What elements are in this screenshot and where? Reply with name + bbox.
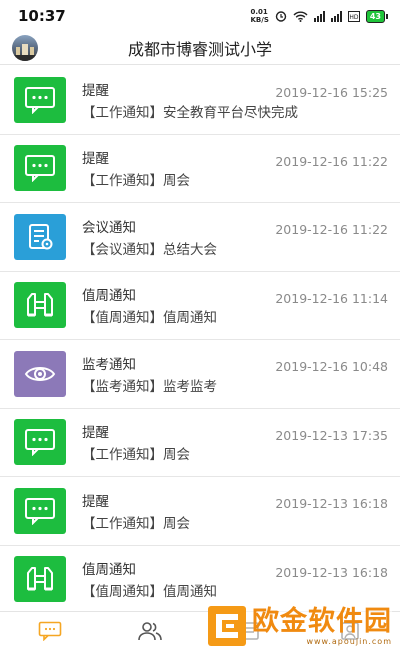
eye-icon (14, 350, 66, 397)
notification-time: 2019-12-13 16:18 (275, 496, 388, 511)
notification-title: 值周通知 (82, 288, 136, 305)
notification-time: 2019-12-16 15:25 (275, 85, 388, 100)
app-header: 成都市博睿测试小学 (0, 32, 400, 65)
notification-time: 2019-12-16 11:22 (275, 222, 388, 237)
notification-row[interactable]: 提醒【工作通知】周会 2019-12-16 11:22 (0, 135, 400, 203)
notification-time: 2019-12-16 11:14 (275, 290, 388, 306)
notification-title: 提醒 (82, 151, 109, 168)
notification-list: 提醒 【工作通知】安全教育平台尽快完成 2019-12-16 15:25 提醒 【工… (0, 66, 400, 614)
wifi-icon (293, 11, 308, 22)
chat-bubble-icon (14, 419, 66, 466)
messages-tab-icon[interactable] (38, 621, 62, 641)
chat-bubble-icon (14, 76, 66, 123)
alarm-icon (275, 11, 287, 22)
notification-title: 监考通知 (82, 356, 136, 373)
status-bar: 10:37 0.01 KB/S HD 43 (0, 0, 400, 32)
notification-row[interactable]: 提醒【工作通知】周会 2019-12-13 16:18 (0, 477, 400, 546)
network-speed: 0.01 KB/S (250, 8, 269, 24)
battery-icon: 43 (365, 9, 388, 23)
notification-subtitle: 【工作通知】周会 (82, 173, 190, 190)
status-icons: 0.01 KB/S HD 43 (250, 8, 388, 24)
chat-bubble-icon (14, 145, 66, 192)
binoculars-icon (14, 556, 66, 603)
site-watermark: 欧金软件园 www.apoujin.com (208, 606, 392, 646)
notification-time: 2019-12-16 11:22 (275, 153, 388, 169)
notification-title: 值周通知 (82, 562, 136, 579)
svg-text:HD: HD (349, 14, 359, 21)
notification-time: 2019-12-13 16:18 (275, 564, 388, 580)
avatar[interactable] (12, 35, 38, 61)
notification-subtitle: 【监考通知】监考监考 (82, 378, 217, 395)
contacts-tab-icon[interactable] (137, 621, 163, 641)
notification-row[interactable]: 提醒【工作通知】周会 2019-12-13 17:35 (0, 409, 400, 477)
notification-row[interactable]: 提醒【工作通知】安全教育平台尽快完成 2019-12-16 15:25 (0, 66, 400, 135)
notification-title: 提醒 (82, 82, 109, 99)
notification-subtitle: 【工作通知】周会 (82, 515, 190, 532)
meeting-doc-icon (14, 213, 66, 260)
tab-messages[interactable] (0, 621, 100, 641)
notification-time: 2019-12-16 10:48 (275, 359, 388, 374)
watermark-text: 欧金软件园 (252, 605, 392, 637)
tab-contacts[interactable] (100, 621, 200, 641)
notification-subtitle: 【工作通知】安全教育平台尽快完成 (82, 104, 298, 121)
watermark-url: www.apoujin.com (306, 636, 392, 646)
hd-icon: HD (347, 10, 360, 22)
notification-title: 会议通知 (82, 219, 136, 236)
notification-subtitle: 【值周通知】值周通知 (82, 584, 217, 601)
notification-row[interactable]: 会议通知【会议通知】总结大会 2019-12-16 11:22 (0, 203, 400, 272)
notification-row[interactable]: 值周通知【值周通知】值周通知 2019-12-16 11:14 (0, 272, 400, 340)
notification-row[interactable]: 值周通知【值周通知】值周通知 2019-12-13 16:18 (0, 546, 400, 614)
notification-subtitle: 【值周通知】值周通知 (82, 310, 217, 327)
notification-time: 2019-12-13 17:35 (275, 427, 388, 443)
binoculars-icon (14, 282, 66, 329)
page-title: 成都市博睿测试小学 (127, 40, 272, 59)
notification-subtitle: 【会议通知】总结大会 (82, 241, 217, 258)
chat-bubble-icon (14, 487, 66, 534)
signal-icon-2 (330, 10, 342, 22)
status-time: 10:37 (18, 7, 66, 25)
notification-row[interactable]: 监考通知【监考通知】监考监考 2019-12-16 10:48 (0, 340, 400, 409)
signal-icon (313, 10, 325, 22)
watermark-logo-icon (208, 606, 246, 646)
notification-title: 提醒 (82, 493, 109, 510)
notification-title: 提醒 (82, 425, 109, 442)
notification-subtitle: 【工作通知】周会 (82, 447, 190, 464)
